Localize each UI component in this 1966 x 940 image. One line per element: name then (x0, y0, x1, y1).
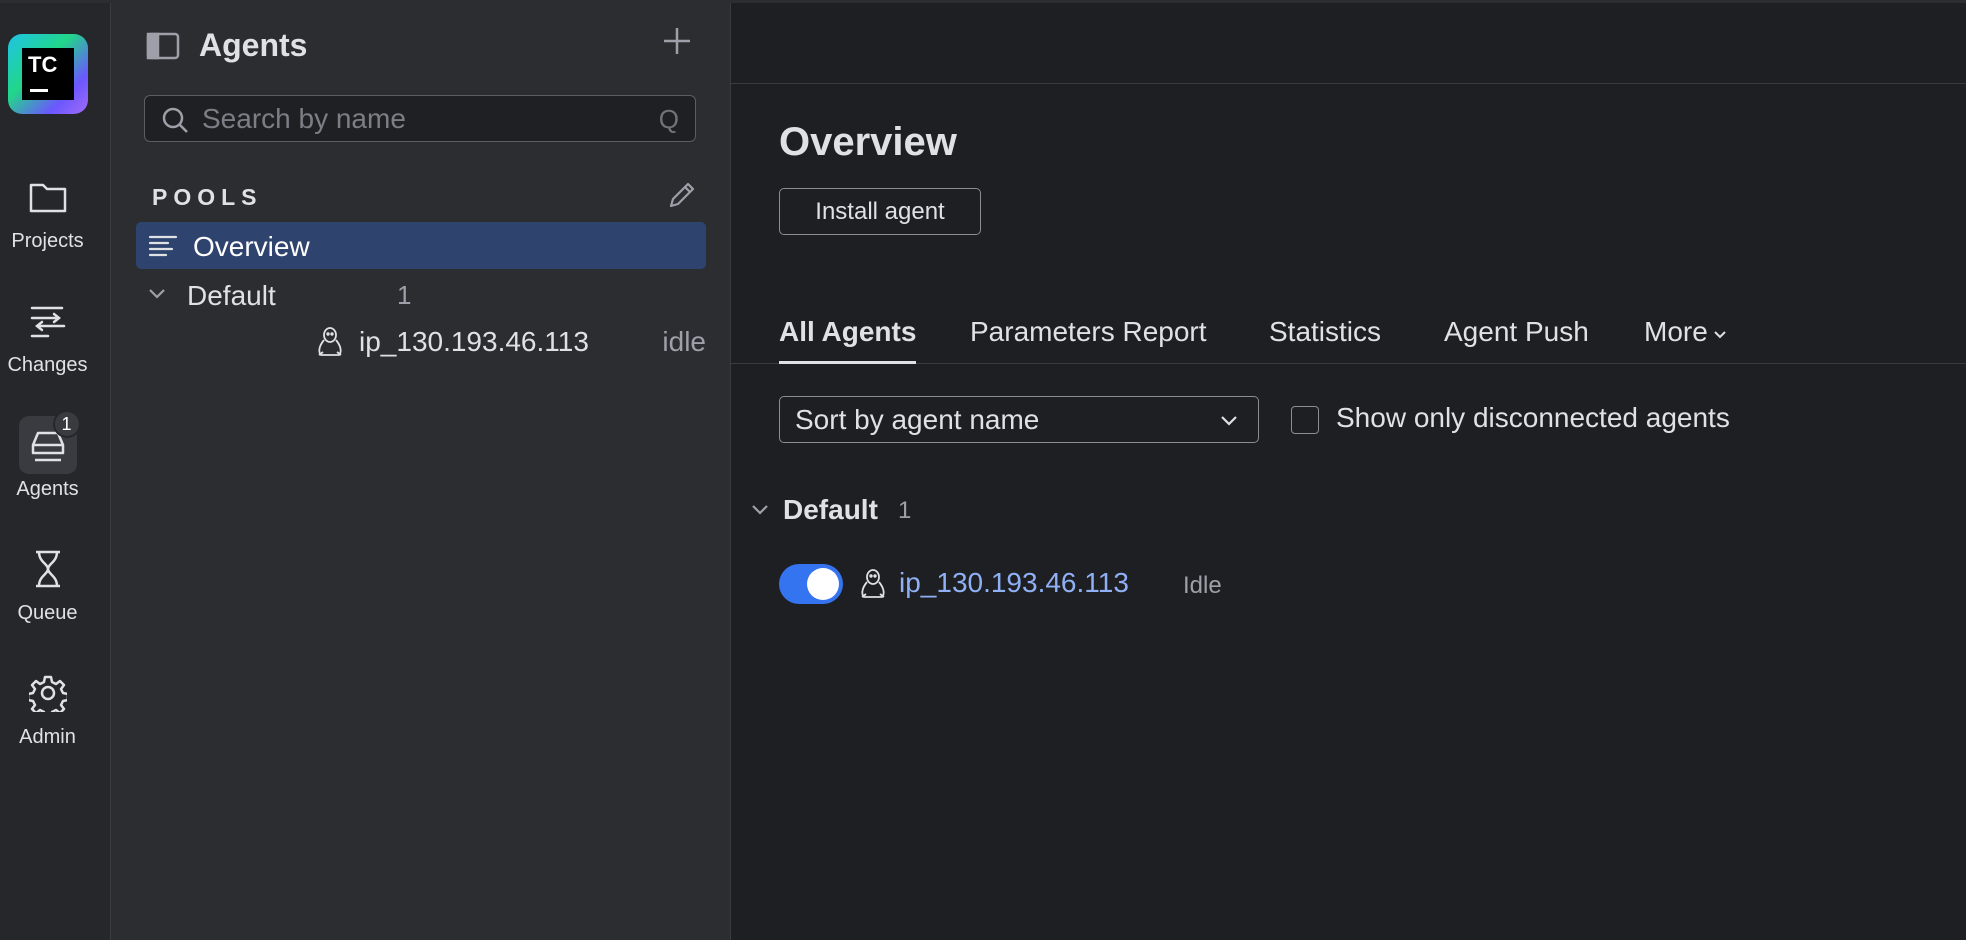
install-agent-button[interactable]: Install agent (779, 188, 981, 235)
gear-icon (19, 664, 77, 722)
pencil-icon (669, 182, 695, 208)
logo-mark: TC (22, 48, 74, 100)
linux-icon (316, 326, 344, 363)
tab-agent-push[interactable]: Agent Push (1444, 316, 1589, 364)
tree-pool-default[interactable]: Default 1 (146, 278, 706, 314)
agents-sidebar: Agents Q POOLS Overview Defa (111, 0, 731, 940)
agent-name: ip_130.193.46.113 (359, 326, 589, 357)
tab-more[interactable]: More (1644, 316, 1728, 364)
sidebar-header: Agents (111, 22, 731, 70)
rail-label: Queue (17, 602, 78, 624)
teamcity-logo[interactable]: TC (8, 34, 88, 114)
group-name: Default (783, 494, 878, 525)
toggle-knob (807, 568, 839, 600)
rail-item-changes[interactable]: Changes (0, 292, 95, 377)
agents-icon: 1 (18, 410, 81, 474)
tree-item-label: Overview (193, 231, 310, 262)
page-title: Overview (779, 120, 957, 164)
chevron-down-icon[interactable] (749, 498, 771, 525)
rail-label: Admin (19, 726, 76, 748)
agent-status: idle (662, 326, 706, 357)
main-topbar (731, 0, 1966, 84)
tab-all-agents[interactable]: All Agents (779, 316, 917, 364)
list-icon (148, 234, 178, 263)
tab-more-label: More (1644, 316, 1708, 347)
tab-statistics[interactable]: Statistics (1269, 316, 1381, 364)
rail-label: Agents (16, 478, 79, 500)
disconnected-only-checkbox[interactable] (1291, 406, 1319, 434)
agent-status: Idle (1183, 572, 1222, 599)
group-count: 1 (898, 497, 912, 524)
rail-item-projects[interactable]: Projects (0, 168, 95, 253)
tree-agent-item[interactable]: ip_130.193.46.113 idle (146, 324, 706, 360)
rail-item-queue[interactable]: Queue (0, 540, 95, 625)
plus-icon (664, 28, 690, 54)
main-content: Overview Install agent All Agents Parame… (731, 0, 1966, 940)
search-box: Q (144, 95, 696, 142)
tab-bar: All Agents Parameters Report Statistics … (731, 310, 1966, 364)
pool-name: Default (187, 280, 276, 311)
agents-badge: 1 (52, 410, 81, 438)
agent-name-link[interactable]: ip_130.193.46.113 (899, 567, 1129, 599)
edit-pools-button[interactable] (667, 180, 697, 215)
search-shortcut-hint: Q (658, 104, 679, 134)
rail-label: Projects (11, 230, 84, 252)
chevron-down-icon[interactable] (146, 282, 168, 309)
search-input[interactable] (202, 102, 622, 136)
add-pool-button[interactable] (661, 24, 693, 64)
disconnected-only-label[interactable]: Show only disconnected agents (1336, 402, 1730, 434)
folder-icon (19, 168, 77, 226)
tree-item-overview[interactable]: Overview (136, 222, 706, 269)
linux-icon (859, 568, 887, 605)
logo-text: TC (28, 52, 58, 77)
app: TC Projects Changes 1 Agents Queue Admin… (0, 0, 1966, 940)
top-border (0, 0, 1966, 3)
rail-item-admin[interactable]: Admin (0, 664, 95, 749)
chevron-down-icon (1218, 409, 1240, 436)
rail-item-agents[interactable]: 1 Agents (0, 410, 95, 501)
pools-heading: POOLS (152, 184, 263, 210)
hourglass-icon (19, 540, 77, 598)
changes-icon (19, 292, 77, 350)
agent-enabled-toggle[interactable] (779, 564, 843, 604)
rail-label: Changes (7, 354, 88, 376)
sidebar-toggle-icon[interactable] (146, 32, 180, 65)
chevron-down-icon (1712, 318, 1728, 350)
sort-dropdown-value: Sort by agent name (795, 404, 1040, 435)
tab-parameters-report[interactable]: Parameters Report (970, 316, 1207, 364)
logo-bar (30, 89, 48, 92)
main-nav-rail: TC Projects Changes 1 Agents Queue Admin (0, 0, 111, 940)
sort-dropdown[interactable]: Sort by agent name (779, 396, 1259, 443)
pool-count: 1 (397, 280, 412, 310)
sidebar-title: Agents (199, 27, 308, 63)
search-icon (161, 106, 189, 139)
